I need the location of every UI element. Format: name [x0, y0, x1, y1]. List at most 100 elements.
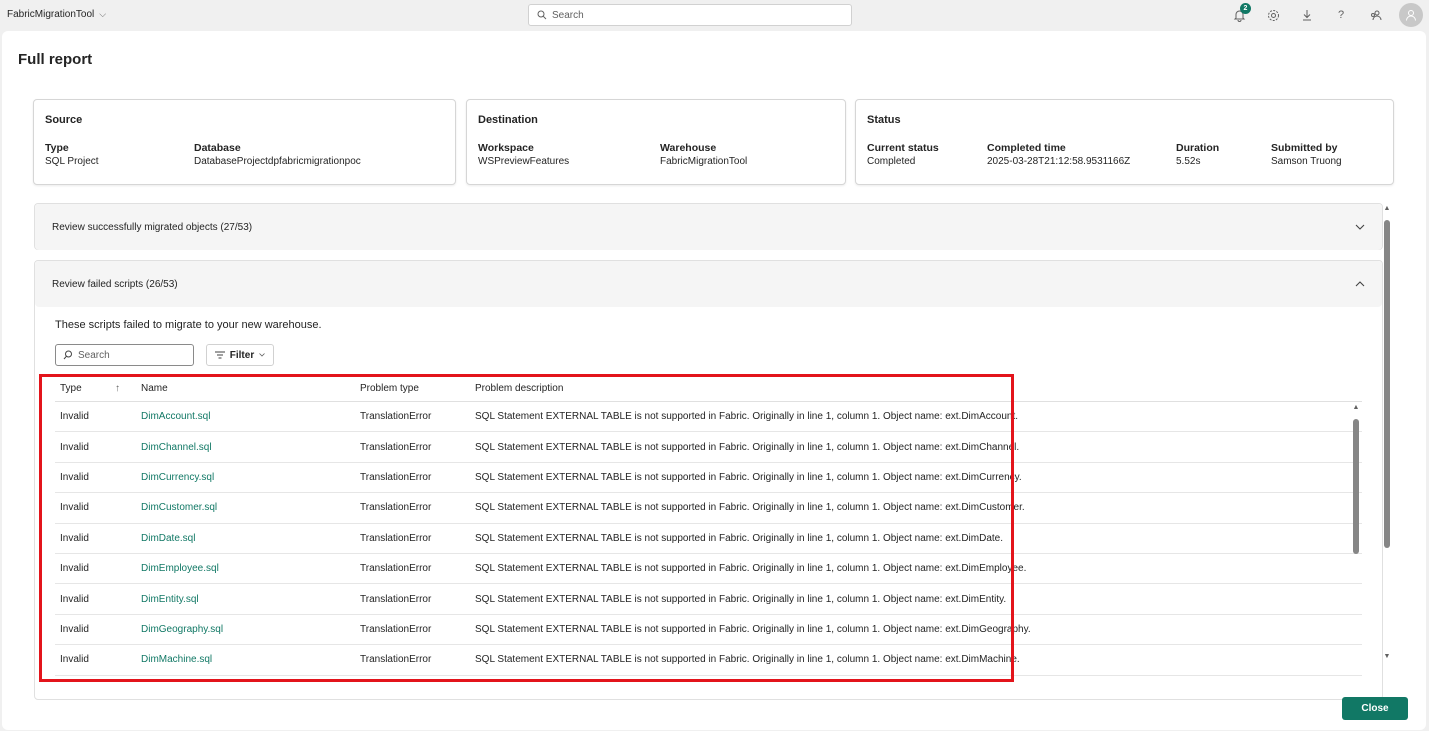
table-row[interactable]: Invalid DimCustomer.sql TranslationError SQ… — [55, 493, 1362, 524]
migrated-objects-header[interactable]: Review successfully migrated objects (27… — [35, 204, 1382, 250]
migrated-objects-label: Review successfully migrated objects (27… — [52, 221, 253, 233]
row-problem-description: SQL Statement EXTERNAL TABLE is not supp… — [475, 593, 1007, 605]
download-button[interactable] — [1297, 5, 1317, 25]
script-name-link[interactable]: DimChannel.sql — [141, 442, 212, 453]
row-name-link[interactable]: DimCurrency.sql — [141, 472, 360, 483]
source-type-label: Type — [45, 142, 69, 154]
current-status-field: Current status Completed — [867, 142, 939, 167]
row-type: Invalid — [60, 593, 89, 605]
row-type: Invalid — [60, 532, 89, 544]
row-problem-description: SQL Statement EXTERNAL TABLE is not supp… — [475, 563, 1027, 575]
script-name-link[interactable]: DimGeography.sql — [141, 624, 223, 635]
scroll-up-icon[interactable]: ▲ — [1351, 403, 1361, 413]
table-row[interactable]: Invalid DimEmployee.sql TranslationError SQ… — [55, 554, 1362, 585]
script-name-link[interactable]: DimAccount.sql — [141, 411, 210, 422]
row-name-link[interactable]: DimEmployee.sql — [141, 563, 360, 574]
migrated-objects-accordion: Review successfully migrated objects (27… — [34, 203, 1383, 250]
script-name-link[interactable]: DimMachine.sql — [141, 654, 212, 665]
warehouse-label: Warehouse — [660, 142, 717, 154]
row-type: Invalid — [60, 471, 89, 483]
source-type-field: Type SQL Project — [45, 142, 99, 167]
row-problem-type: TranslationError — [360, 532, 432, 544]
submitted-by-label: Submitted by — [1271, 142, 1338, 154]
dialog-title: Full report — [18, 51, 93, 68]
settings-button[interactable] — [1263, 5, 1283, 25]
global-search-placeholder: Search — [552, 9, 584, 21]
row-name-link[interactable]: DimGeography.sql — [141, 624, 360, 635]
row-problem-type: TranslationError — [360, 654, 432, 666]
filter-label: Filter — [229, 349, 255, 361]
workspace-value: WSPreviewFeatures — [478, 156, 570, 167]
row-problem-type: TranslationError — [360, 563, 432, 575]
top-toolbar: 2 ? — [1229, 3, 1423, 27]
submitted-by-value: Samson Truong — [1271, 156, 1342, 167]
scroll-up-icon[interactable]: ▲ — [1382, 204, 1392, 214]
row-problem-description: SQL Statement EXTERNAL TABLE is not supp… — [475, 471, 1022, 483]
table-search-input[interactable]: Search — [55, 344, 194, 366]
dialog-scrollbar-thumb[interactable] — [1384, 220, 1390, 548]
help-button[interactable]: ? — [1331, 5, 1351, 25]
submitted-by-field: Submitted by Samson Truong — [1271, 142, 1342, 167]
table-scrollbar-thumb[interactable] — [1353, 419, 1359, 554]
sort-ascending-icon[interactable]: ↑ — [115, 383, 141, 394]
row-problem-description: SQL Statement EXTERNAL TABLE is not supp… — [475, 654, 1020, 666]
chevron-down-icon — [259, 353, 266, 357]
download-icon — [1303, 10, 1311, 21]
workspace-switcher[interactable]: FabricMigrationTool ⌵ — [7, 9, 106, 20]
row-name-link[interactable]: DimDate.sql — [141, 533, 360, 544]
column-header-problem-type[interactable]: Problem type — [360, 383, 475, 394]
row-name-link[interactable]: DimChannel.sql — [141, 442, 360, 453]
table-row[interactable]: Invalid DimDate.sql TranslationError SQL St… — [55, 524, 1362, 554]
failed-scripts-description: These scripts failed to migrate to your … — [55, 319, 322, 331]
row-name-link[interactable]: DimMachine.sql — [141, 654, 360, 665]
table-row[interactable]: Invalid DimCurrency.sql TranslationError SQ… — [55, 463, 1362, 494]
row-name-link[interactable]: DimEntity.sql — [141, 594, 360, 605]
close-button[interactable]: Close — [1342, 697, 1408, 720]
duration-label: Duration — [1176, 142, 1220, 154]
share-button[interactable] — [1365, 5, 1385, 25]
failed-scripts-header[interactable]: Review failed scripts (26/53) — [35, 261, 1382, 307]
script-name-link[interactable]: DimEntity.sql — [141, 594, 199, 605]
completed-time-value: 2025-03-28T21:12:58.9531166Z — [987, 156, 1131, 167]
table-row[interactable]: Invalid DimAccount.sql TranslationError SQL… — [55, 402, 1362, 433]
table-row[interactable]: Invalid DimMachine.sql TranslationError SQL… — [55, 645, 1362, 676]
row-problem-type: TranslationError — [360, 411, 432, 423]
table-row[interactable]: Invalid DimEntity.sql TranslationError SQL … — [55, 584, 1362, 615]
destination-card: Destination Workspace WSPreviewFeatures … — [466, 99, 846, 185]
row-type: Invalid — [60, 502, 89, 514]
table-row[interactable]: Invalid DimGeography.sql TranslationError S… — [55, 615, 1362, 646]
row-problem-type: TranslationError — [360, 441, 432, 453]
source-database-label: Database — [194, 142, 241, 154]
table-scrollbar[interactable]: ▲ — [1351, 403, 1361, 661]
notifications-button[interactable]: 2 — [1229, 3, 1251, 25]
global-search-input[interactable]: Search — [528, 4, 852, 26]
current-status-value: Completed — [867, 156, 916, 167]
row-type: Invalid — [60, 563, 89, 575]
row-problem-type: TranslationError — [360, 502, 432, 514]
column-header-type[interactable]: Type — [55, 383, 115, 394]
source-database-field: Database DatabaseProjectdpfabricmigratio… — [194, 142, 361, 167]
column-header-name[interactable]: Name — [141, 383, 360, 394]
source-database-value: DatabaseProjectdpfabricmigrationpoc — [194, 156, 361, 167]
status-title: Status — [867, 114, 901, 126]
row-problem-description: SQL Statement EXTERNAL TABLE is not supp… — [475, 411, 1019, 423]
question-icon: ? — [1337, 9, 1345, 21]
chevron-down-icon: ⌵ — [99, 9, 107, 19]
avatar[interactable] — [1399, 3, 1423, 27]
row-type: Invalid — [60, 654, 89, 666]
script-name-link[interactable]: DimEmployee.sql — [141, 563, 219, 574]
script-name-link[interactable]: DimDate.sql — [141, 533, 195, 544]
warehouse-value: FabricMigrationTool — [660, 156, 748, 167]
dialog-scrollbar[interactable]: ▲ ▼ — [1382, 204, 1392, 662]
column-header-problem-description[interactable]: Problem description — [475, 383, 1362, 394]
row-name-link[interactable]: DimCustomer.sql — [141, 502, 360, 513]
script-name-link[interactable]: DimCustomer.sql — [141, 502, 217, 513]
script-name-link[interactable]: DimCurrency.sql — [141, 472, 214, 483]
filter-button[interactable]: Filter — [206, 344, 274, 366]
scroll-down-icon[interactable]: ▼ — [1382, 652, 1392, 662]
table-row[interactable]: Invalid DimChannel.sql TranslationError SQL… — [55, 432, 1362, 463]
people-icon — [1370, 10, 1381, 20]
row-name-link[interactable]: DimAccount.sql — [141, 411, 360, 422]
duration-field: Duration 5.52s — [1176, 142, 1219, 167]
table-body: Invalid DimAccount.sql TranslationError SQL… — [55, 402, 1362, 676]
